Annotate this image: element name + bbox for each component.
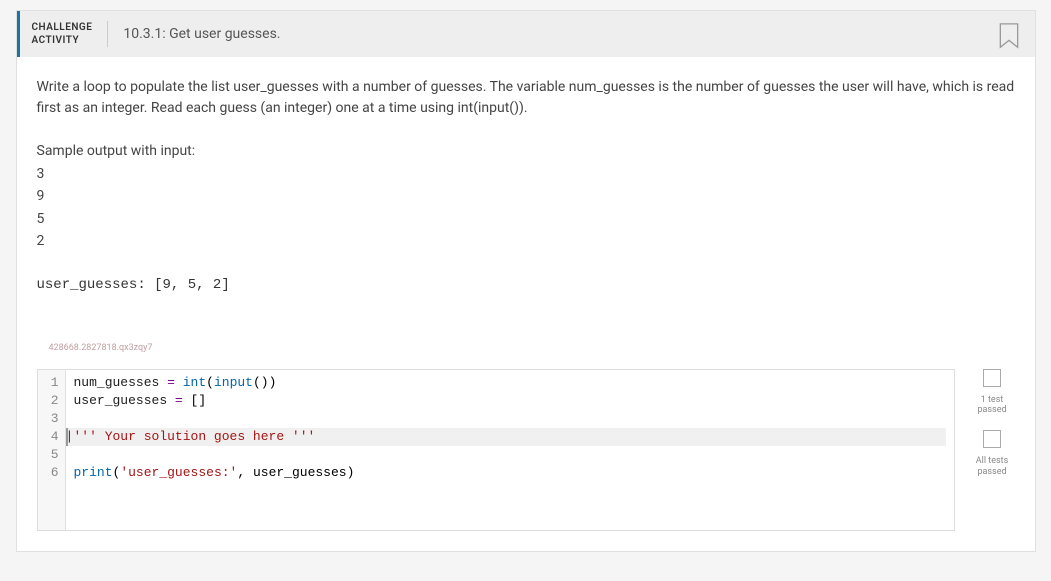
challenge-header: CHALLENGE ACTIVITY 10.3.1: Get user gues… <box>17 11 1035 57</box>
sample-value: 2 <box>37 230 1015 252</box>
code-line[interactable]: user_guesses = [] <box>74 392 946 410</box>
code-content[interactable]: num_guesses = int(input()) user_guesses … <box>66 370 954 530</box>
activity-title: 10.3.1: Get user guesses. <box>123 26 280 42</box>
code-editor[interactable]: 1 2 3 4 5 6 num_guesses = int(input()) u… <box>37 369 955 531</box>
activity-label: CHALLENGE ACTIVITY <box>32 21 109 47</box>
sample-output-label: Sample output with input: <box>37 143 1015 159</box>
code-line[interactable] <box>74 410 946 428</box>
test-label-one: 1 test passed <box>977 395 1006 417</box>
code-line[interactable] <box>74 446 946 464</box>
test-checkbox-all[interactable] <box>983 430 1001 448</box>
problem-hash: 428668.2827818.qx3zqy7 <box>49 343 1015 353</box>
line-gutter: 1 2 3 4 5 6 <box>38 370 66 530</box>
line-number: 6 <box>44 464 59 482</box>
sample-value: 5 <box>37 208 1015 230</box>
test-label-all: All tests passed <box>976 456 1008 478</box>
content-area: Write a loop to populate the list user_g… <box>17 57 1035 369</box>
line-number: 2 <box>44 392 59 410</box>
line-number: 1 <box>44 374 59 392</box>
bookmark-icon[interactable] <box>998 23 1020 49</box>
sample-output: user_guesses: [9, 5, 2] <box>37 277 1015 293</box>
sample-value: 3 <box>37 163 1015 185</box>
test-checkbox-one[interactable] <box>983 369 1001 387</box>
sample-value: 9 <box>37 185 1015 207</box>
line-number: 3 <box>44 410 59 428</box>
code-line[interactable]: print('user_guesses:', user_guesses) <box>74 464 946 482</box>
editor-area: 1 2 3 4 5 6 num_guesses = int(input()) u… <box>17 369 1035 551</box>
line-number: 4 <box>44 428 59 446</box>
line-number: 5 <box>44 446 59 464</box>
activity-label-line1: CHALLENGE <box>32 21 93 34</box>
activity-label-line2: ACTIVITY <box>32 34 93 47</box>
challenge-container: CHALLENGE ACTIVITY 10.3.1: Get user gues… <box>16 10 1036 552</box>
problem-description: Write a loop to populate the list user_g… <box>37 77 1015 119</box>
code-line[interactable]: num_guesses = int(input()) <box>74 374 946 392</box>
test-status-sidebar: 1 test passed All tests passed <box>955 369 1015 531</box>
sample-input-values: 3 9 5 2 <box>37 163 1015 253</box>
code-line-active[interactable]: ''' Your solution goes here ''' <box>66 428 946 446</box>
